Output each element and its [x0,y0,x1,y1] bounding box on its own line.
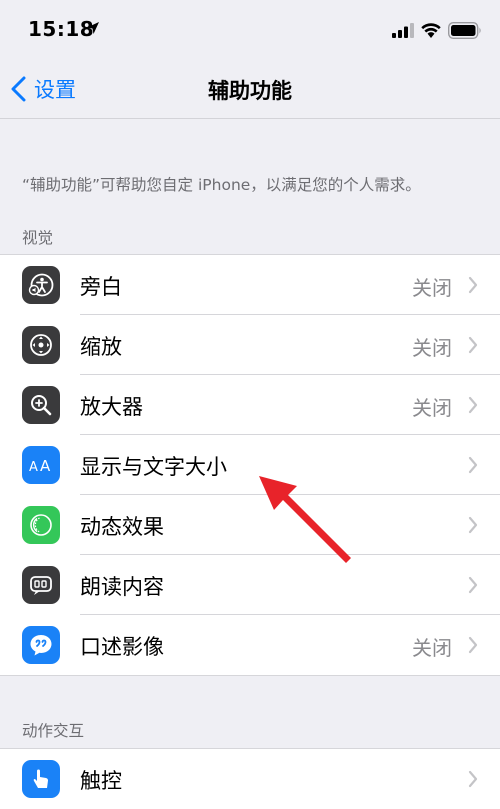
chevron-right-icon [468,396,478,414]
page-description: “辅助功能”可帮助您自定 iPhone，以满足您的个人需求。 [22,176,421,194]
row-audio-descriptions[interactable]: 口述影像 关闭 [0,615,500,675]
row-magnifier[interactable]: 放大器 关闭 [0,375,500,435]
spoken-content-icon [22,566,60,604]
chevron-right-icon [468,576,478,594]
navigation-bar: 设置 辅助功能 [0,60,500,119]
wifi-icon [421,23,441,38]
svg-text:A: A [40,457,51,475]
row-value: 关闭 [412,276,452,300]
chevron-right-icon [468,276,478,294]
magnifier-icon [22,386,60,424]
settings-group-vision: 旁白 关闭 缩放 关闭 放大器 关闭 A A 显示与文字大小 动态效果 朗读内容… [0,254,500,676]
chevron-right-icon [468,770,478,788]
row-value: 关闭 [412,396,452,420]
chevron-right-icon [468,456,478,474]
row-value: 关闭 [412,636,452,660]
row-zoom[interactable]: 缩放 关闭 [0,315,500,375]
row-display-text-size[interactable]: A A 显示与文字大小 [0,435,500,495]
section-header-vision: 视觉 [22,229,54,247]
motion-icon [22,506,60,544]
cellular-signal-icon [392,23,414,38]
battery-icon [448,22,481,39]
voiceover-icon [22,266,60,304]
audio-description-icon [22,626,60,664]
zoom-icon [22,326,60,364]
chevron-right-icon [468,336,478,354]
row-voiceover[interactable]: 旁白 关闭 [0,255,500,315]
row-label: 口述影像 [80,635,164,659]
row-value: 关闭 [412,336,452,360]
chevron-right-icon [468,636,478,654]
page-title: 辅助功能 [208,79,292,103]
row-spoken-content[interactable]: 朗读内容 [0,555,500,615]
row-label: 放大器 [80,395,143,419]
row-motion[interactable]: 动态效果 [0,495,500,555]
row-label: 动态效果 [80,515,164,539]
location-arrow-icon [87,22,99,34]
row-label: 旁白 [80,275,122,299]
chevron-right-icon [468,516,478,534]
text-size-icon: A A [22,446,60,484]
row-label: 缩放 [80,335,122,359]
row-label: 朗读内容 [80,575,164,599]
svg-text:A: A [29,460,38,475]
row-label: 显示与文字大小 [80,455,227,479]
status-bar: 15:18 [0,0,500,60]
row-touch[interactable]: 触控 [0,749,500,809]
touch-icon [22,760,60,798]
section-header-physical-motor: 动作交互 [22,722,85,740]
row-label: 触控 [80,769,122,793]
settings-group-physical-motor: 触控 [0,748,500,809]
